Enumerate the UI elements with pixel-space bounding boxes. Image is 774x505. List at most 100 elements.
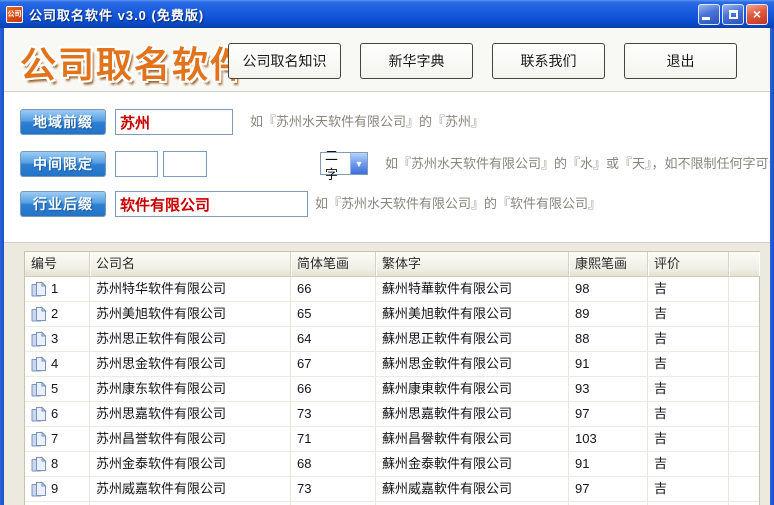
traditional-name-cell: 蘇州思正軟件有限公司 <box>376 327 569 351</box>
region-prefix-input[interactable] <box>115 109 233 135</box>
simplified-strokes-cell: 66 <box>291 277 376 301</box>
column-header-simplified[interactable]: 简体笔画 <box>291 252 376 276</box>
results-section: 编号 公司名 简体笔画 繁体字 康熙笔画 评价 1 苏州特华软件有限公司 66 … <box>4 242 770 505</box>
traditional-name-cell: 蘇州特華軟件有限公司 <box>376 277 569 301</box>
company-name-cell: 苏州金泰软件有限公司 <box>90 452 291 476</box>
row-id: 6 <box>51 406 59 421</box>
rating-cell: 吉 <box>648 452 729 476</box>
rating-cell: 吉 <box>648 277 729 301</box>
kangxi-strokes-cell: 98 <box>569 277 648 301</box>
app-icon: 公司 <box>6 5 23 23</box>
column-header-filler <box>729 252 759 276</box>
rating-cell: 吉 <box>648 427 729 451</box>
table-row[interactable]: 5 苏州康东软件有限公司 66 蘇州康東軟件有限公司 93 吉 <box>25 377 759 402</box>
column-header-name[interactable]: 公司名 <box>90 252 291 276</box>
column-header-kangxi[interactable]: 康熙笔画 <box>569 252 648 276</box>
close-icon: × <box>752 6 762 22</box>
contact-us-button[interactable]: 联系我们 <box>492 43 605 79</box>
industry-suffix-button[interactable]: 行业后缀 <box>20 191 106 217</box>
row-id: 3 <box>51 331 59 346</box>
document-icon <box>31 357 46 372</box>
name-form: 地域前缀 如『苏州水天软件有限公司』的『苏州』 中间限定 二字 ▼ 如『苏州水天… <box>4 93 774 242</box>
table-row[interactable]: 4 苏州思金软件有限公司 67 蘇州思金軟件有限公司 91 吉 <box>25 352 759 377</box>
traditional-name-cell: 蘇州威嘉軟件有限公司 <box>376 477 569 501</box>
simplified-strokes-cell: 73 <box>291 477 376 501</box>
minimize-icon <box>702 17 710 20</box>
industry-suffix-hint: 如『苏州水天软件有限公司』的『软件有限公司』 <box>315 196 602 211</box>
kangxi-strokes-cell: 89 <box>569 302 648 326</box>
document-icon <box>31 282 46 297</box>
simplified-strokes-cell: 64 <box>291 327 376 351</box>
simplified-strokes-cell: 65 <box>291 302 376 326</box>
traditional-name-cell: 蘇州昌譽軟件有限公司 <box>376 427 569 451</box>
rating-cell: 吉 <box>648 402 729 426</box>
company-name-cell: 苏州思金软件有限公司 <box>90 352 291 376</box>
middle-limit-hint: 如『苏州水天软件有限公司』的『水』或『天』，如不限制任何字可留空 <box>385 156 774 171</box>
column-header-rating[interactable]: 评价 <box>648 252 729 276</box>
traditional-name-cell: 蘇州思嘉軟件有限公司 <box>376 402 569 426</box>
table-row[interactable]: 9 苏州威嘉软件有限公司 73 蘇州威嘉軟件有限公司 97 吉 <box>25 477 759 502</box>
row-id: 7 <box>51 431 59 446</box>
window-controls: × <box>698 3 768 25</box>
middle-char1-input[interactable] <box>115 151 158 177</box>
kangxi-strokes-cell: 91 <box>569 352 648 376</box>
table-row[interactable]: 2 苏州美旭软件有限公司 65 蘇州美旭軟件有限公司 89 吉 <box>25 302 759 327</box>
xinhua-dictionary-button[interactable]: 新华字典 <box>360 43 473 79</box>
document-icon <box>31 382 46 397</box>
header-buttons: 公司取名知识 新华字典 联系我们 退出 <box>228 43 737 79</box>
window-border-left <box>0 28 4 505</box>
exit-button[interactable]: 退出 <box>624 43 737 79</box>
filler-cell <box>729 477 759 501</box>
close-button[interactable]: × <box>746 3 768 25</box>
table-row[interactable]: 6 苏州思嘉软件有限公司 73 蘇州思嘉軟件有限公司 97 吉 <box>25 402 759 427</box>
company-name-cell: 苏州思嘉软件有限公司 <box>90 402 291 426</box>
row-id: 1 <box>51 281 59 296</box>
document-icon <box>31 407 46 422</box>
header: 公司取名软件 公司取名知识 新华字典 联系我们 退出 <box>4 28 770 92</box>
rating-cell: 吉 <box>648 477 729 501</box>
filler-cell <box>729 302 759 326</box>
row-id: 5 <box>51 381 59 396</box>
table-row[interactable]: 3 苏州思正软件有限公司 64 蘇州思正軟件有限公司 88 吉 <box>25 327 759 352</box>
company-name-cell: 苏州美旭软件有限公司 <box>90 302 291 326</box>
row-id: 9 <box>51 481 59 496</box>
document-icon <box>31 307 46 322</box>
char-count-select[interactable]: 二字 ▼ <box>320 148 368 182</box>
company-name-cell: 苏州康东软件有限公司 <box>90 377 291 401</box>
column-header-traditional[interactable]: 繁体字 <box>376 252 569 276</box>
chevron-down-icon: ▼ <box>350 153 367 174</box>
middle-char2-input[interactable] <box>163 151 207 177</box>
filler-cell <box>729 352 759 376</box>
document-icon <box>31 482 46 497</box>
simplified-strokes-cell: 68 <box>291 452 376 476</box>
region-prefix-button[interactable]: 地域前缀 <box>20 109 106 135</box>
table-header: 编号 公司名 简体笔画 繁体字 康熙笔画 评价 <box>25 252 759 277</box>
window-title: 公司取名软件 v3.0 (免费版) <box>29 7 205 23</box>
table-row[interactable]: 7 苏州昌誉软件有限公司 71 蘇州昌譽軟件有限公司 103 吉 <box>25 427 759 452</box>
filler-cell <box>729 427 759 451</box>
app-logo: 公司取名软件 <box>20 44 249 85</box>
traditional-name-cell: 蘇州康東軟件有限公司 <box>376 377 569 401</box>
document-icon <box>31 457 46 472</box>
document-icon <box>31 432 46 447</box>
middle-limit-button[interactable]: 中间限定 <box>20 151 106 177</box>
table-row[interactable]: 8 苏州金泰软件有限公司 68 蘇州金泰軟件有限公司 91 吉 <box>25 452 759 477</box>
column-header-id[interactable]: 编号 <box>25 252 90 276</box>
rating-cell: 吉 <box>648 327 729 351</box>
maximize-button[interactable] <box>722 3 744 25</box>
simplified-strokes-cell: 67 <box>291 352 376 376</box>
minimize-button[interactable] <box>698 3 720 25</box>
row-id: 4 <box>51 356 59 371</box>
naming-knowledge-button[interactable]: 公司取名知识 <box>228 43 341 79</box>
simplified-strokes-cell: 66 <box>291 377 376 401</box>
industry-suffix-input[interactable] <box>115 191 308 217</box>
filler-cell <box>729 377 759 401</box>
traditional-name-cell: 蘇州思金軟件有限公司 <box>376 352 569 376</box>
company-name-cell: 苏州威嘉软件有限公司 <box>90 477 291 501</box>
company-name-cell: 苏州昌誉软件有限公司 <box>90 427 291 451</box>
maximize-icon <box>728 9 738 19</box>
table-row[interactable]: 1 苏州特华软件有限公司 66 蘇州特華軟件有限公司 98 吉 <box>25 277 759 302</box>
kangxi-strokes-cell: 88 <box>569 327 648 351</box>
kangxi-strokes-cell: 103 <box>569 427 648 451</box>
rating-cell: 吉 <box>648 302 729 326</box>
